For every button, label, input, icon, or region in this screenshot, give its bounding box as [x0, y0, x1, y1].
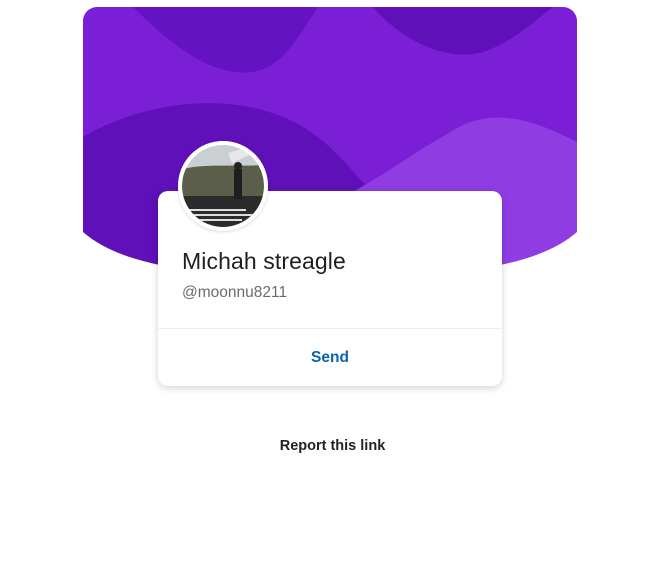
avatar [178, 141, 268, 231]
report-link[interactable]: Report this link [0, 438, 665, 454]
profile-page: Michah streagle @moonnu8211 Send Report … [0, 0, 665, 561]
profile-name: Michah streagle [182, 248, 346, 274]
profile-handle: @moonnu8211 [182, 284, 288, 301]
send-button[interactable]: Send [158, 329, 502, 386]
